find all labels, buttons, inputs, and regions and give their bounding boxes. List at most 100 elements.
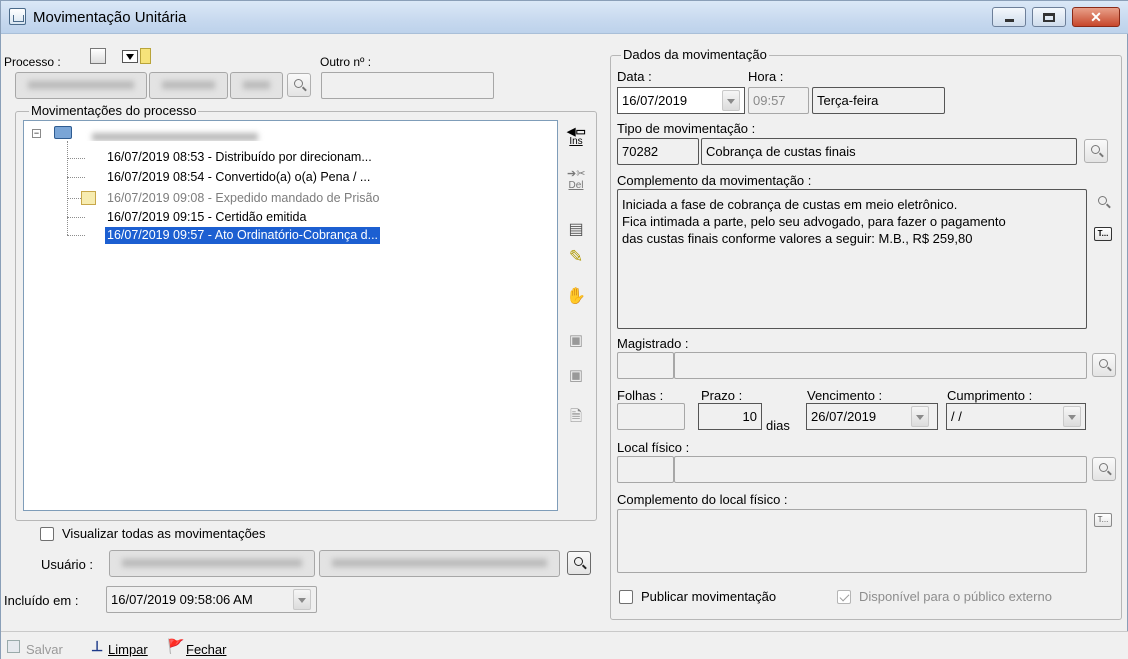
complemento-line: Fica intimada a parte, pelo seu advogado… — [622, 214, 1006, 229]
usuario-name-field[interactable] — [319, 550, 560, 577]
document-search-icon: 🗎 — [569, 408, 583, 425]
save-icon — [7, 640, 20, 653]
prazo-input[interactable]: 10 — [698, 403, 762, 430]
delete-arrow-icon: ➔✂ — [567, 168, 586, 180]
processo-node-label — [80, 125, 270, 141]
export-button[interactable]: ▣ — [561, 331, 591, 359]
processo-dropdown-button[interactable] — [122, 50, 138, 63]
magistrado-code-field[interactable] — [617, 352, 674, 379]
delete-button[interactable]: ➔✂ Del — [561, 167, 591, 195]
insert-button[interactable]: ◀▭ Ins — [561, 123, 591, 151]
prazo-unit: dias — [766, 418, 790, 433]
preview-button[interactable]: 🗎 — [561, 406, 591, 434]
complemento-local-textarea[interactable] — [617, 509, 1087, 573]
fechar-button[interactable]: Fechar — [186, 642, 226, 657]
local-fisico-label: Local físico : — [617, 440, 690, 455]
processo-field-part-3[interactable] — [230, 72, 283, 99]
complemento-textarea[interactable]: Iniciada a fase de cobrança de custas em… — [617, 189, 1087, 329]
tree-item[interactable]: 16/07/2019 09:08 - Expedido mandado de P… — [105, 190, 381, 207]
local-fisico-code-field[interactable] — [617, 456, 674, 483]
hora-input[interactable]: 09:57 — [748, 87, 809, 114]
cumprimento-dropdown-button[interactable] — [1063, 406, 1081, 427]
tree-item[interactable]: 16/07/2019 08:53 - Distribuído por direc… — [105, 149, 374, 166]
magistrado-label: Magistrado : — [617, 336, 689, 351]
tipo-search-button[interactable] — [1084, 139, 1108, 163]
dia-semana-value: Terça-feira — [817, 93, 879, 108]
search-icon — [574, 557, 583, 566]
processo-search-button[interactable] — [287, 73, 311, 97]
dropdown-arrow-icon — [126, 54, 134, 64]
note-edit-button[interactable]: ✎ — [561, 247, 591, 275]
visualizar-todas-checkbox[interactable] — [40, 527, 54, 541]
incluido-dropdown-button[interactable] — [293, 589, 311, 610]
note-icon[interactable] — [140, 48, 151, 64]
local-fisico-search-button[interactable] — [1092, 457, 1116, 481]
salvar-button[interactable]: Salvar — [26, 642, 63, 657]
tree-item[interactable]: 16/07/2019 09:15 - Certidão emitida — [105, 209, 308, 226]
dados-group-title: Dados da movimentação — [621, 47, 769, 62]
disponivel-checkbox[interactable] — [837, 590, 851, 604]
tree-item[interactable]: 16/07/2019 08:54 - Convertido(a) o(a) Pe… — [105, 169, 372, 186]
tree-item-selected[interactable]: 16/07/2019 09:57 - Ato Ordinatório-Cobra… — [103, 226, 382, 245]
bottom-toolbar: Salvar ⊥ Limpar 🚩 Fechar — [1, 631, 1128, 659]
minimize-icon — [1005, 19, 1014, 22]
prazo-value: 10 — [742, 409, 757, 424]
processo-label: Processo : — [4, 55, 61, 69]
collapse-toggle[interactable]: − — [32, 129, 41, 138]
data-value: 16/07/2019 — [622, 93, 688, 108]
cumprimento-value: / / — [951, 409, 962, 424]
copy-icon: ▤ — [568, 221, 584, 238]
copy-button[interactable]: ▤ — [561, 219, 591, 247]
minimize-button[interactable] — [992, 7, 1026, 27]
search-icon — [1099, 463, 1108, 472]
import-button[interactable]: ▣ — [561, 366, 591, 394]
complemento-line: das custas finais conforme valores a seg… — [622, 231, 973, 246]
usuario-code-field[interactable] — [109, 550, 315, 577]
cumprimento-label: Cumprimento : — [947, 388, 1033, 403]
publicar-checkbox[interactable] — [619, 590, 633, 604]
folhas-input[interactable] — [617, 403, 685, 430]
publicar-label: Publicar movimentação — [641, 589, 777, 604]
visualizar-todas-label: Visualizar todas as movimentações — [62, 526, 266, 541]
magistrado-name-field[interactable] — [674, 352, 1087, 379]
incluido-value: 16/07/2019 09:58:06 AM — [111, 592, 253, 607]
search-icon — [1098, 196, 1107, 205]
disponivel-label: Disponível para o público externo — [859, 589, 1052, 604]
hora-label: Hora : — [748, 69, 784, 84]
vencimento-dropdown-button[interactable] — [911, 406, 929, 427]
hand-icon: ✋ — [566, 288, 586, 305]
complemento-search-button[interactable] — [1092, 191, 1116, 215]
movimentacoes-group-title: Movimentações do processo — [29, 103, 199, 118]
local-fisico-name-field[interactable] — [674, 456, 1087, 483]
tipo-code-field[interactable]: 70282 — [617, 138, 699, 165]
outro-numero-input[interactable] — [321, 72, 494, 99]
delete-label: Del — [568, 180, 584, 191]
prazo-label: Prazo : — [701, 388, 743, 403]
broom-icon: ⊥ — [91, 638, 104, 654]
incluido-label: Incluído em : — [4, 593, 79, 608]
incluido-field[interactable]: 16/07/2019 09:58:06 AM — [106, 586, 317, 613]
maximize-button[interactable] — [1032, 7, 1066, 27]
processo-type-icon[interactable] — [90, 48, 106, 64]
window-title: Movimentação Unitária — [33, 9, 187, 26]
processo-field-part-1[interactable] — [15, 72, 147, 99]
tipo-label: Tipo de movimentação : — [617, 121, 756, 136]
complemento-text-button[interactable]: T... — [1094, 227, 1112, 241]
magistrado-search-button[interactable] — [1092, 353, 1116, 377]
data-dropdown-button[interactable] — [722, 90, 740, 111]
close-button[interactable]: ✕ — [1072, 7, 1120, 27]
title-bar: Movimentação Unitária ✕ — [1, 1, 1128, 34]
tipo-desc-field[interactable]: Cobrança de custas finais — [701, 138, 1077, 165]
limpar-button[interactable]: Limpar — [108, 642, 148, 657]
maximize-icon — [1043, 13, 1055, 22]
folder-icon — [54, 126, 72, 139]
vencimento-value: 26/07/2019 — [811, 409, 877, 424]
close-icon: ✕ — [1090, 9, 1102, 25]
complemento-local-text-button[interactable]: T... — [1094, 513, 1112, 527]
sign-button[interactable]: ✋ — [561, 286, 591, 314]
hora-value: 09:57 — [753, 93, 786, 108]
search-icon — [294, 79, 303, 88]
processo-field-part-2[interactable] — [149, 72, 228, 99]
complemento-line: Iniciada a fase de cobrança de custas em… — [622, 197, 958, 212]
usuario-search-button[interactable] — [567, 551, 591, 575]
